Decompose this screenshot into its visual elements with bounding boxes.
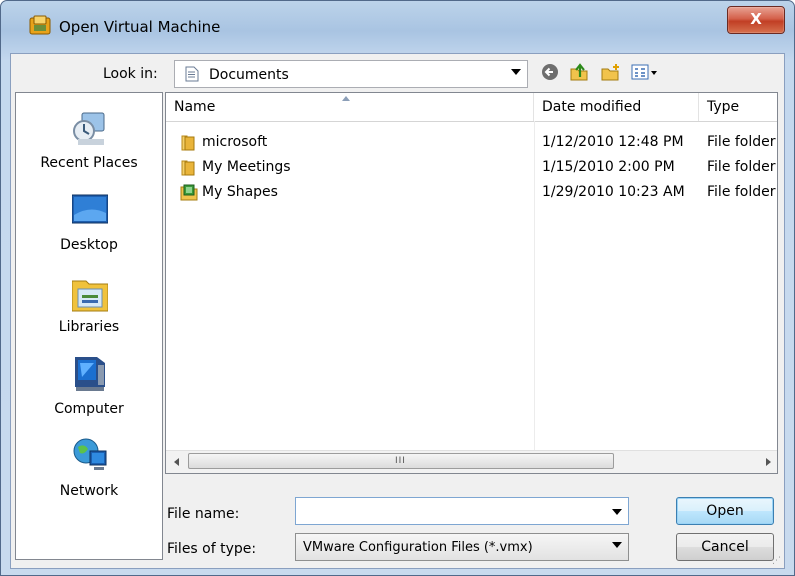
cancel-button[interactable]: Cancel [676,533,774,561]
file-type: File folder [707,159,776,175]
place-label: Computer [54,401,124,417]
column-header-label: Date modified [542,99,642,115]
file-row-my-meetings[interactable]: My Meetings 1/15/2010 2:00 PM File folde… [166,156,777,180]
file-row-microsoft[interactable]: microsoft 1/12/2010 12:48 PM File folder [166,131,777,155]
file-type-select[interactable]: VMware Configuration Files (*.vmx) [295,533,629,561]
file-type-label: Files of type: [167,541,257,557]
folder-icon [181,135,195,151]
dialog-window: Open Virtual Machine X Look in: Document… [0,0,795,576]
file-date: 1/29/2010 10:23 AM [542,184,685,200]
documents-icon [185,66,199,82]
back-icon[interactable] [541,63,561,81]
file-type: File folder [707,134,776,150]
views-menu-icon[interactable] [631,63,659,81]
places-bar: Recent Places Desktop Libraries Computer… [15,92,163,560]
file-type-value: VMware Configuration Files (*.vmx) [303,540,533,555]
file-date: 1/15/2010 2:00 PM [542,159,675,175]
look-in-dropdown[interactable]: Documents [174,60,528,88]
column-header-row: Name Date modified Type [166,93,777,122]
file-name: My Shapes [202,184,278,200]
place-label: Libraries [58,319,120,335]
file-name-label: File name: [167,506,240,522]
look-in-value: Documents [209,67,289,83]
file-name: My Meetings [202,159,291,175]
file-date: 1/12/2010 12:48 PM [542,134,684,150]
open-button[interactable]: Open [676,497,774,525]
scrollbar-grip: III [395,456,406,466]
scrollbar-thumb[interactable]: III [188,453,614,469]
place-computer[interactable]: Computer [16,355,164,433]
sort-ascending-icon [342,96,350,101]
chevron-down-icon[interactable] [612,542,622,548]
computer-icon [75,357,105,391]
network-icon [73,438,107,470]
close-button[interactable]: X [727,6,785,34]
desktop-icon [72,194,108,224]
scroll-left-icon[interactable] [174,458,179,466]
column-header-date[interactable]: Date modified [534,93,699,121]
libraries-icon [72,280,108,312]
title-bar[interactable]: Open Virtual Machine X [1,1,794,55]
place-libraries[interactable]: Libraries [16,273,164,351]
column-header-label: Name [174,99,216,115]
place-label: Recent Places [40,155,138,171]
look-in-label: Look in: [103,66,158,82]
column-header-type[interactable]: Type [699,93,777,121]
vmware-app-icon [29,15,51,35]
chevron-down-icon[interactable] [612,509,622,515]
place-network[interactable]: Network [16,437,164,515]
up-folder-icon[interactable] [569,63,589,81]
window-title: Open Virtual Machine [59,18,221,36]
file-row-my-shapes[interactable]: My Shapes 1/29/2010 10:23 AM File folder [166,181,777,205]
horizontal-scrollbar[interactable]: III [166,450,777,473]
new-folder-icon[interactable] [601,63,621,81]
chevron-down-icon[interactable] [511,69,521,75]
place-label: Desktop [60,237,118,253]
file-list[interactable]: Name Date modified Type microsoft 1/12/2… [165,92,778,474]
place-recent-places[interactable]: Recent Places [16,109,164,187]
dialog-body: Look in: Documents Recent Places Desktop… [10,53,785,569]
resize-grip-icon[interactable]: ⋰ [772,556,781,566]
column-header-label: Type [707,99,740,115]
file-name-input[interactable] [295,497,629,525]
folder-icon [181,160,195,176]
shapes-folder-icon [180,184,198,201]
place-label: Network [59,483,119,499]
recent-places-icon [73,112,105,145]
file-name: microsoft [202,134,268,150]
scroll-right-icon[interactable] [766,458,771,466]
file-type: File folder [707,184,776,200]
column-header-name[interactable]: Name [166,93,534,121]
place-desktop[interactable]: Desktop [16,191,164,269]
